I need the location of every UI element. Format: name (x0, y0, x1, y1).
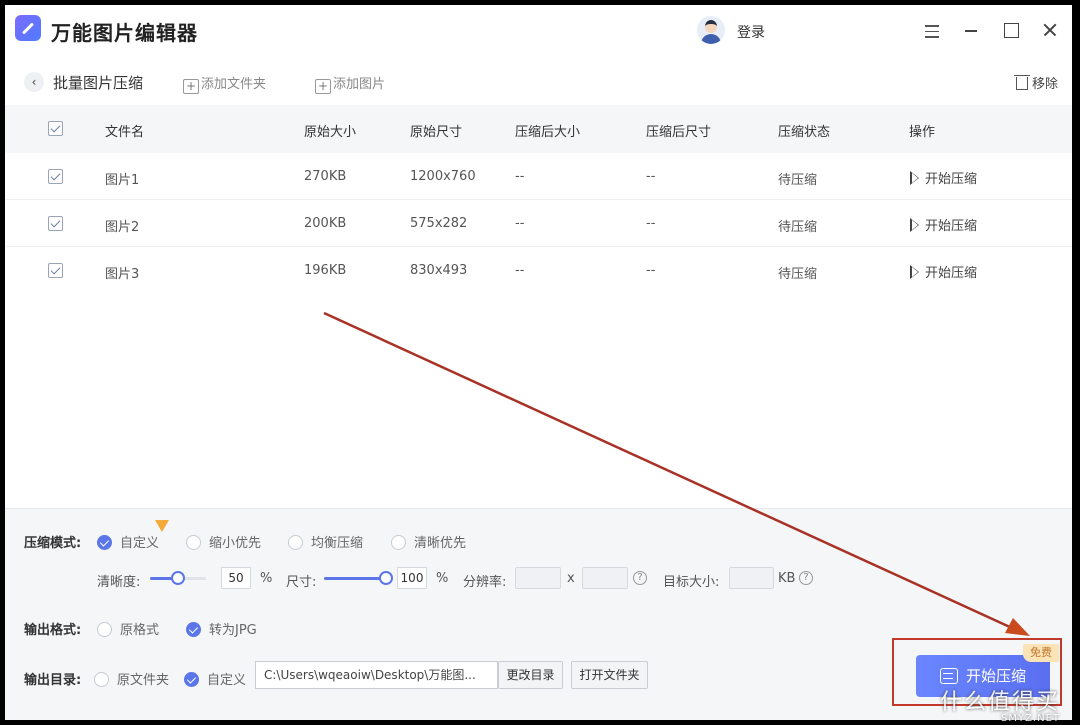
watermark-text: 什么值得买 (940, 690, 1061, 715)
annotation-arrow (323, 311, 1030, 636)
arrow-head (1005, 618, 1030, 636)
watermark: 什么值得买 SMYZ.NET (940, 684, 1060, 724)
arrow-line (323, 311, 1013, 630)
